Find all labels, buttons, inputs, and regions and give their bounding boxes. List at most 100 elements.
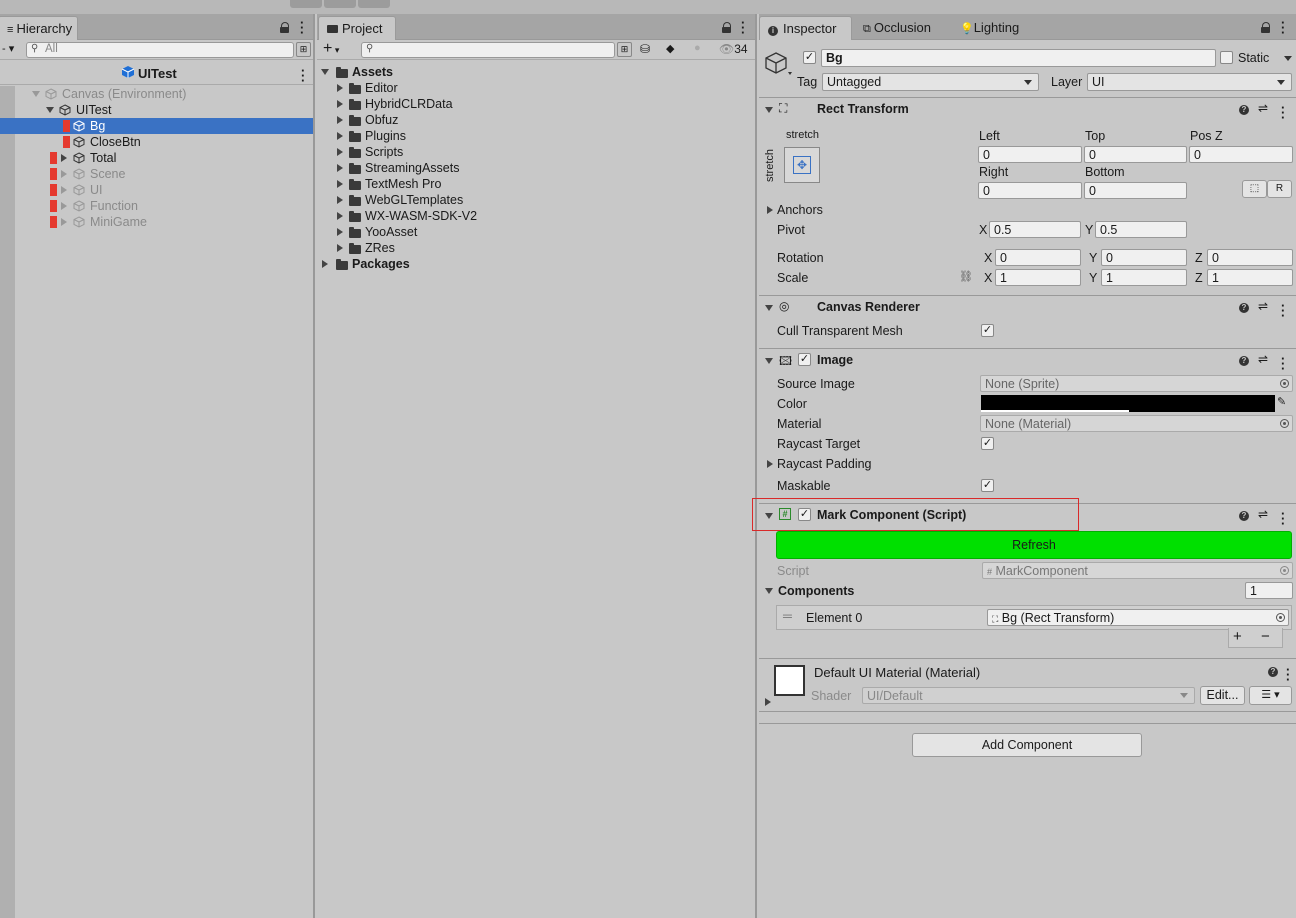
add-element-button[interactable]: + [1233, 628, 1242, 645]
presets-icon[interactable]: ⇌ [1258, 507, 1268, 521]
foldout-arrow-icon[interactable] [765, 107, 773, 113]
hierarchy-row-total[interactable]: Total [0, 150, 313, 166]
project-item-scripts[interactable]: Scripts [317, 144, 755, 160]
foldout-arrow-icon[interactable] [767, 460, 773, 468]
foldout-arrow-icon[interactable] [61, 186, 67, 194]
hierarchy-search-input[interactable]: ⚲ All [26, 42, 294, 58]
project-item-wx-wasm-sdk[interactable]: WX-WASM-SDK-V2 [317, 208, 755, 224]
tag-dropdown[interactable]: Untagged [822, 73, 1039, 91]
project-item-streamingassets[interactable]: StreamingAssets [317, 160, 755, 176]
tab-occlusion[interactable]: ⧉ Occlusion [855, 16, 939, 40]
foldout-arrow-icon[interactable] [765, 305, 773, 311]
presets-icon[interactable]: ⇌ [1258, 101, 1268, 115]
edit-shader-button[interactable]: Edit... [1200, 686, 1245, 705]
pivot-x-field[interactable]: 0.5 [989, 221, 1081, 238]
foldout-arrow-icon[interactable] [337, 132, 343, 140]
foldout-arrow-icon[interactable] [337, 196, 343, 204]
pivot-y-field[interactable]: 0.5 [1095, 221, 1187, 238]
element-0-field[interactable]: ⛶ Bg (Rect Transform) [987, 609, 1289, 626]
foldout-arrow-icon[interactable] [61, 218, 67, 226]
help-icon[interactable]: ? [1239, 511, 1249, 521]
lock-icon[interactable] [280, 22, 290, 34]
hierarchy-row-canvas[interactable]: Canvas (Environment) [15, 86, 313, 102]
hierarchy-row-minigame[interactable]: MiniGame [0, 214, 313, 230]
color-swatch[interactable] [981, 395, 1275, 412]
component-menu-icon[interactable]: · · · [1281, 352, 1285, 375]
image-header[interactable]: 🖾 ✓ Image ? ⇌ · · · [759, 349, 1296, 375]
static-checkbox[interactable] [1220, 51, 1233, 64]
project-item-assets[interactable]: Assets [317, 64, 755, 80]
component-menu-icon[interactable]: · · · [1281, 299, 1285, 322]
remove-element-button[interactable]: − [1261, 628, 1270, 645]
project-item-packages[interactable]: Packages [317, 256, 755, 272]
image-enabled-checkbox[interactable]: ✓ [798, 353, 811, 366]
foldout-arrow-icon[interactable] [337, 244, 343, 252]
help-icon[interactable]: ? [1239, 356, 1249, 366]
object-picker-icon[interactable] [1280, 379, 1289, 388]
project-item-textmeshpro[interactable]: TextMesh Pro [317, 176, 755, 192]
scene-menu-icon[interactable]: · · · [301, 64, 305, 87]
anchors-label[interactable]: Anchors [777, 203, 823, 217]
add-component-button[interactable]: Add Component [912, 733, 1142, 757]
hidden-packages-toggle[interactable]: 👁34 [719, 42, 748, 56]
step-button[interactable] [358, 0, 390, 8]
rect-transform-header[interactable]: ⛶ Rect Transform ? ⇌ · · · [759, 98, 1296, 124]
anchor-presets-button[interactable]: ✥ [784, 147, 820, 183]
scale-y-field[interactable]: 1 [1101, 269, 1187, 286]
more-menu-icon[interactable]: · · · [741, 16, 745, 39]
component-menu-icon[interactable]: · · · [1281, 507, 1285, 530]
active-checkbox[interactable]: ✓ [803, 51, 816, 64]
hierarchy-row-closebtn[interactable]: CloseBtn [0, 134, 313, 150]
object-picker-icon[interactable] [1280, 419, 1289, 428]
create-dropdown-icon[interactable]: - ▾ [2, 42, 14, 55]
rotation-z-field[interactable]: 0 [1207, 249, 1293, 266]
foldout-arrow-icon[interactable] [765, 358, 773, 364]
top-field[interactable]: 0 [1084, 146, 1187, 163]
constrain-proportions-icon[interactable]: ⛓ [959, 270, 973, 283]
presets-icon[interactable]: ⇌ [1258, 352, 1268, 366]
foldout-arrow-icon[interactable] [322, 260, 328, 268]
help-icon[interactable]: ? [1239, 105, 1249, 115]
project-item-editor[interactable]: Editor [317, 80, 755, 96]
add-asset-button[interactable]: + ▾ [323, 40, 339, 58]
bottom-field[interactable]: 0 [1084, 182, 1187, 199]
foldout-arrow-icon[interactable] [321, 69, 329, 75]
cull-transparent-checkbox[interactable]: ✓ [981, 324, 994, 337]
filter-label-icon[interactable]: ◆ [666, 42, 674, 55]
lock-icon[interactable] [722, 22, 732, 34]
blueprint-mode-button[interactable]: ⬚ [1242, 180, 1267, 198]
eyedropper-icon[interactable]: ✎ [1277, 395, 1286, 408]
shader-dropdown[interactable]: UI/Default [862, 687, 1195, 704]
foldout-arrow-icon[interactable] [337, 212, 343, 220]
foldout-arrow-icon[interactable] [61, 170, 67, 178]
tab-lighting[interactable]: 💡Lighting [952, 16, 1027, 40]
shader-options-button[interactable]: ☰ ▾ [1249, 686, 1292, 705]
filter-log-icon[interactable]: ● [694, 42, 701, 54]
tab-inspector[interactable]: i Inspector [759, 16, 852, 40]
tab-project[interactable]: Project [318, 16, 396, 40]
project-item-obfuz[interactable]: Obfuz [317, 112, 755, 128]
object-picker-icon[interactable] [1276, 613, 1285, 622]
project-item-plugins[interactable]: Plugins [317, 128, 755, 144]
lock-icon[interactable] [1261, 22, 1271, 34]
foldout-arrow-icon[interactable] [337, 100, 343, 108]
foldout-arrow-icon[interactable] [765, 588, 773, 594]
components-size-field[interactable]: 1 [1245, 582, 1293, 599]
project-item-yooasset[interactable]: YooAsset [317, 224, 755, 240]
material-field[interactable]: None (Material) [980, 415, 1293, 432]
foldout-arrow-icon[interactable] [337, 84, 343, 92]
source-image-field[interactable]: None (Sprite) [980, 375, 1293, 392]
foldout-arrow-icon[interactable] [337, 116, 343, 124]
right-field[interactable]: 0 [978, 182, 1082, 199]
component-menu-icon[interactable]: · · · [1281, 101, 1285, 124]
more-menu-icon[interactable]: · · · [300, 16, 304, 39]
components-label[interactable]: Components [778, 584, 854, 598]
layer-dropdown[interactable]: UI [1087, 73, 1292, 91]
foldout-arrow-icon[interactable] [337, 164, 343, 172]
tab-hierarchy[interactable]: ≡ Hierarchy [0, 16, 78, 40]
maskable-checkbox[interactable]: ✓ [981, 479, 994, 492]
search-filter-icon[interactable]: ⊞ [296, 42, 311, 57]
refresh-button[interactable]: Refresh [776, 531, 1292, 559]
pause-button[interactable] [324, 0, 356, 8]
hierarchy-row-uitest[interactable]: UITest [15, 102, 313, 118]
